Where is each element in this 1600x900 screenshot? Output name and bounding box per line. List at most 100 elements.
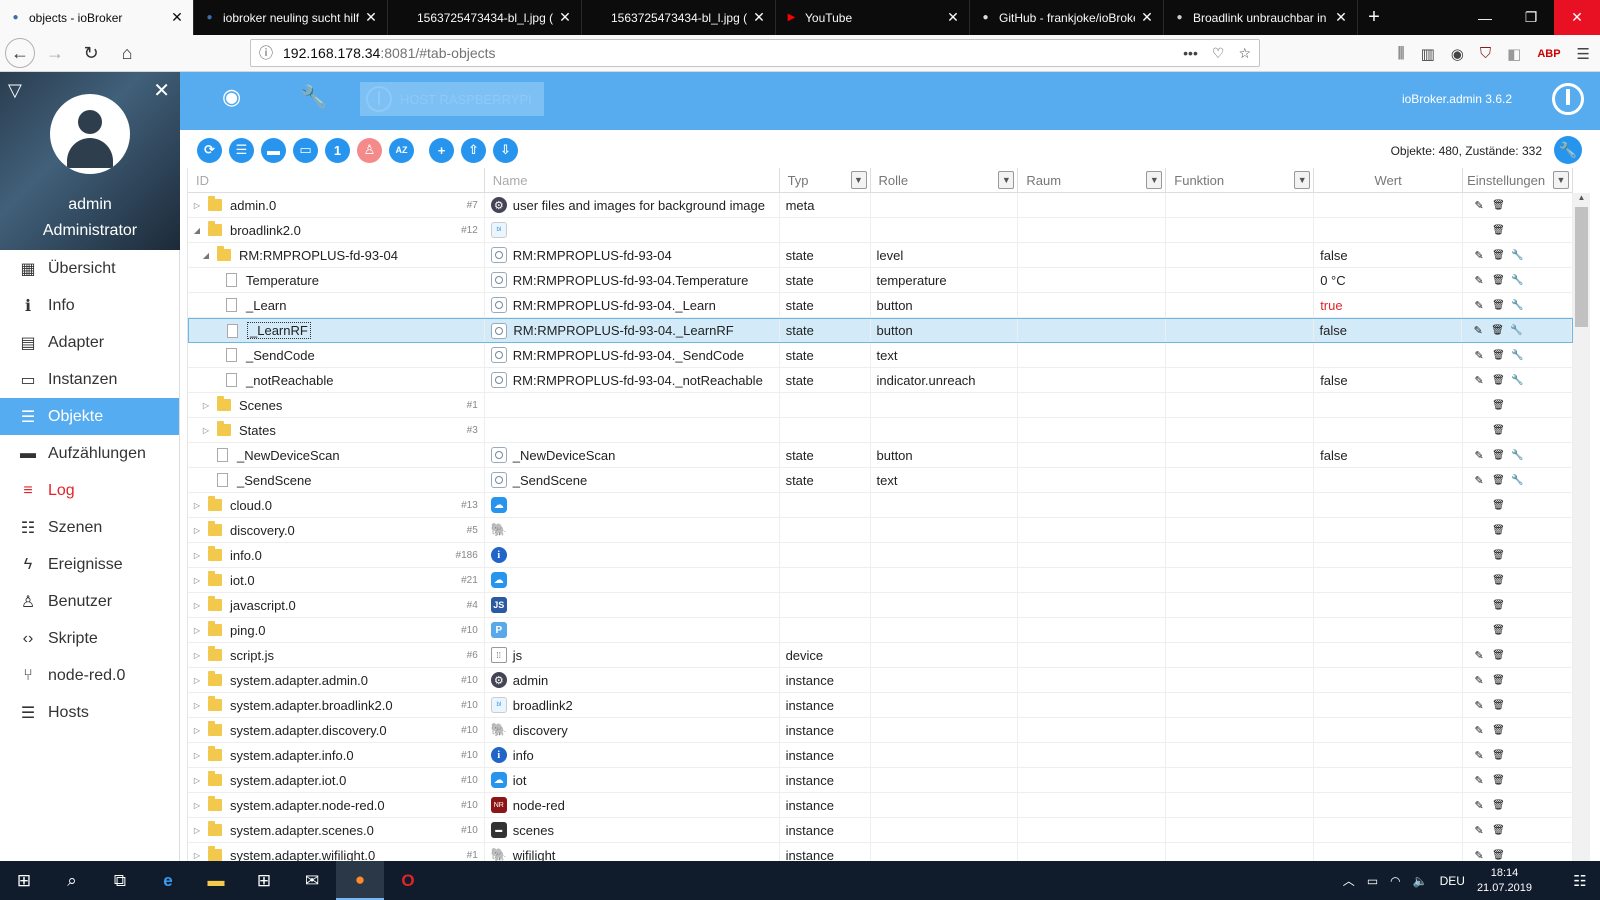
table-row[interactable]: ▷ system.adapter.wifilight.0 #1 🐘 wifilight i… <box>188 843 1573 861</box>
cell-wert[interactable] <box>1314 643 1464 667</box>
cell-rolle[interactable]: button <box>871 319 1019 342</box>
wrench-icon[interactable]: 🔧 <box>1511 375 1523 386</box>
edit-pencil-icon[interactable]: ✎ <box>1473 449 1485 462</box>
cell-name[interactable]: JS <box>485 593 780 617</box>
delete-trash-icon[interactable]: 🗑 <box>1492 425 1505 436</box>
cell-rolle[interactable]: temperature <box>871 268 1019 292</box>
browser-tab[interactable]: ● objects - ioBroker ✕ <box>0 0 194 35</box>
funktion-filter-dropdown[interactable]: ▼ <box>1294 171 1311 189</box>
firefox-button[interactable]: ● <box>336 861 384 900</box>
folder-button[interactable]: ▬ <box>261 137 286 163</box>
cell-name[interactable]: bl broadlink2 <box>485 693 780 717</box>
cell-id[interactable]: ▷ script.js #6 <box>188 643 485 667</box>
col-id[interactable]: ID <box>188 168 485 192</box>
cell-wert[interactable] <box>1314 218 1464 242</box>
cell-id[interactable]: ▷ iot.0 #21 <box>188 568 485 592</box>
cell-raum[interactable] <box>1018 193 1167 217</box>
opera-button[interactable]: O <box>384 861 432 900</box>
delete-trash-icon[interactable]: 🗑 <box>1492 775 1505 786</box>
user-filter-button[interactable]: ♙ <box>357 137 382 163</box>
sidebar-item-objekte[interactable]: ☰ Objekte <box>0 398 179 435</box>
table-row[interactable]: ▷ Scenes #1 🗑 <box>188 393 1573 418</box>
table-row[interactable]: ▷ discovery.0 #5 🐘 🗑 <box>188 518 1573 543</box>
cell-raum[interactable] <box>1018 643 1167 667</box>
edit-pencil-icon[interactable]: ✎ <box>1473 249 1485 262</box>
sidebar-toggle-icon[interactable]: ▥ <box>1421 45 1435 63</box>
cell-id[interactable]: ▷ system.adapter.iot.0 #10 <box>188 768 485 792</box>
cell-typ[interactable] <box>780 618 871 642</box>
upload-button[interactable]: ⇧ <box>461 137 486 163</box>
delete-trash-icon[interactable]: 🗑 <box>1492 350 1505 361</box>
url-bar[interactable]: ⓘ 192.168.178.34:8081/#tab-objects ••• ♡… <box>250 39 1260 67</box>
cell-wert[interactable] <box>1314 818 1464 842</box>
delete-trash-icon[interactable]: 🗑 <box>1492 850 1505 861</box>
cell-funktion[interactable] <box>1166 418 1315 442</box>
page-actions-icon[interactable]: ••• <box>1183 45 1198 62</box>
back-button[interactable]: ← <box>5 38 35 68</box>
delete-trash-icon[interactable]: 🗑 <box>1492 475 1505 486</box>
cell-typ[interactable]: instance <box>780 743 871 767</box>
table-row[interactable]: ▷ system.adapter.broadlink2.0 #10 bl broadli… <box>188 693 1573 718</box>
table-row[interactable]: ▷ system.adapter.admin.0 #10 ⚙ admin instance… <box>188 668 1573 693</box>
store-button[interactable]: ⊞ <box>240 861 288 900</box>
add-button[interactable]: + <box>429 137 454 163</box>
browser-tab[interactable]: ● iobroker neuling sucht hilfe ✕ <box>194 0 388 35</box>
close-sidebar-icon[interactable]: ✕ <box>153 78 170 103</box>
cell-name[interactable]: i info <box>485 743 780 767</box>
cell-name[interactable]: ⚙ admin <box>485 668 780 692</box>
cell-raum[interactable] <box>1018 243 1167 267</box>
cell-id[interactable]: ◢ RM:RMPROPLUS-fd-93-04 <box>188 243 485 267</box>
delete-trash-icon[interactable]: 🗑 <box>1492 400 1505 411</box>
edge-button[interactable]: e <box>144 861 192 900</box>
delete-trash-icon[interactable]: 🗑 <box>1492 650 1505 661</box>
sort-az-button[interactable]: AZ <box>389 137 414 163</box>
refresh-button[interactable]: ⟳ <box>197 137 222 163</box>
cell-name[interactable]: RM:RMPROPLUS-fd-93-04._Learn <box>485 293 780 317</box>
delete-trash-icon[interactable]: 🗑 <box>1492 825 1505 836</box>
battery-icon[interactable]: ▭ <box>1367 874 1378 888</box>
cell-id[interactable]: ▷ discovery.0 #5 <box>188 518 485 542</box>
expand-toggle-icon[interactable]: ▷ <box>192 526 202 535</box>
wrench-icon[interactable]: 🔧 <box>1511 450 1523 461</box>
edit-pencil-icon[interactable]: ✎ <box>1473 374 1485 387</box>
table-row[interactable]: _SendCode RM:RMPROPLUS-fd-93-04._SendCode… <box>188 343 1573 368</box>
cell-funktion[interactable] <box>1166 468 1315 492</box>
expand-toggle-icon[interactable]: ▷ <box>192 626 202 635</box>
edit-pencil-icon[interactable]: ✎ <box>1473 199 1485 212</box>
menu-icon[interactable]: ☰ <box>1577 45 1590 63</box>
cell-raum[interactable] <box>1018 319 1166 342</box>
table-row[interactable]: ▷ iot.0 #21 ☁ 🗑 <box>188 568 1573 593</box>
iobroker-power-icon[interactable] <box>1552 83 1584 115</box>
expand-toggle-icon[interactable]: ▷ <box>192 551 202 560</box>
cell-wert[interactable] <box>1314 618 1464 642</box>
col-name[interactable]: Name <box>485 168 780 192</box>
cell-id[interactable]: _SendCode <box>188 343 485 367</box>
cell-funktion[interactable] <box>1166 543 1315 567</box>
cell-raum[interactable] <box>1018 543 1167 567</box>
delete-trash-icon[interactable]: 🗑 <box>1492 250 1505 261</box>
sidebar-item-aufz-hlungen[interactable]: ▬ Aufzählungen <box>0 435 179 472</box>
iobroker-logo-icon[interactable]: ▽ <box>8 80 22 101</box>
cell-raum[interactable] <box>1018 768 1167 792</box>
sidebar-item-instanzen[interactable]: ▭ Instanzen <box>0 361 179 398</box>
cell-typ[interactable]: device <box>780 643 871 667</box>
table-row[interactable]: ▷ cloud.0 #13 ☁ 🗑 <box>188 493 1573 518</box>
host-button[interactable]: HOST RASPBERRYPI <box>360 82 544 116</box>
delete-trash-icon[interactable]: 🗑 <box>1492 300 1505 311</box>
expand-toggle-icon[interactable]: ▷ <box>201 401 211 410</box>
cell-typ[interactable] <box>780 393 871 417</box>
edit-pencil-icon[interactable]: ✎ <box>1473 274 1485 287</box>
sidebar-item-szenen[interactable]: ☷ Szenen <box>0 509 179 546</box>
cell-funktion[interactable] <box>1166 818 1315 842</box>
cell-typ[interactable]: instance <box>780 843 871 861</box>
cell-typ[interactable] <box>780 593 871 617</box>
expand-toggle-icon[interactable]: ▷ <box>192 651 202 660</box>
one-button[interactable]: 1 <box>325 137 350 163</box>
cell-rolle[interactable] <box>871 743 1019 767</box>
collapse-toggle-icon[interactable]: ◢ <box>201 251 211 260</box>
list-view-button[interactable]: ☰ <box>229 137 254 163</box>
cell-raum[interactable] <box>1018 493 1167 517</box>
collapse-toggle-icon[interactable]: ◢ <box>192 226 202 235</box>
table-row[interactable]: ▷ system.adapter.scenes.0 #10 ▬ scenes instan… <box>188 818 1573 843</box>
volume-icon[interactable]: 🔈 <box>1413 874 1428 888</box>
